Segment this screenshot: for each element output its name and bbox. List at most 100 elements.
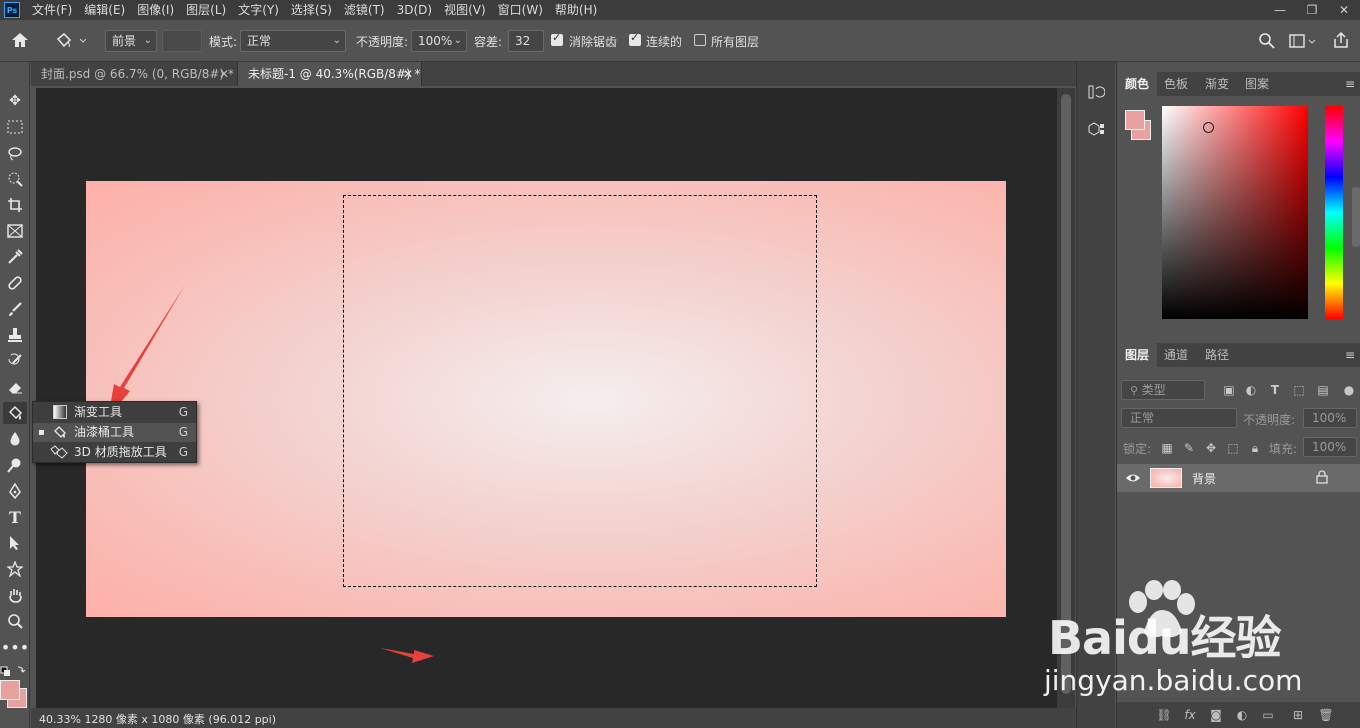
menu-3d[interactable]: 3D(D) <box>391 0 438 20</box>
layer-filter-select[interactable]: ⚲ 类型 <box>1121 380 1205 400</box>
foreground-color-swatch[interactable] <box>0 680 20 700</box>
menu-filter[interactable]: 滤镜(T) <box>338 0 391 20</box>
close-tab-icon[interactable]: ✕ <box>403 62 413 86</box>
close-button[interactable]: ✕ <box>1328 0 1360 20</box>
layer-opacity-input[interactable]: 100% <box>1303 408 1357 428</box>
shape-tool-icon[interactable] <box>3 558 27 580</box>
dodge-tool-icon[interactable] <box>3 454 27 476</box>
flyout-3d-material-drop-tool[interactable]: 3D 材质拖放工具 G <box>33 443 196 462</box>
filter-shape-icon[interactable]: ⬚ <box>1291 382 1307 398</box>
tolerance-input[interactable]: 32 <box>508 30 544 52</box>
default-colors-icon[interactable] <box>0 664 28 678</box>
tab-gradients[interactable]: 渐变 <box>1197 72 1237 96</box>
new-group-icon[interactable]: ▭ <box>1259 706 1277 724</box>
menu-select[interactable]: 选择(S) <box>285 0 338 20</box>
paint-bucket-tool-icon[interactable] <box>3 402 27 424</box>
close-tab-icon[interactable]: ✕ <box>219 62 229 86</box>
new-layer-icon[interactable]: ⊞ <box>1289 706 1307 724</box>
tab-cover-psd[interactable]: 封面.psd @ 66.7% (0, RGB/8#) * ✕ <box>31 62 238 86</box>
layer-name[interactable]: 背景 <box>1192 470 1216 487</box>
adjustment-layer-icon[interactable]: ◐ <box>1233 706 1251 724</box>
mode-select[interactable]: 正常 ⌄ <box>240 30 346 52</box>
fx-icon[interactable]: fx <box>1181 706 1199 724</box>
minimize-button[interactable]: — <box>1264 0 1296 20</box>
panel-scrollbar[interactable] <box>1352 187 1360 247</box>
color-picker-cursor[interactable] <box>1203 122 1214 133</box>
panel-menu-icon[interactable]: ≡ <box>1345 348 1355 362</box>
menu-type[interactable]: 文字(Y) <box>232 0 285 20</box>
marquee-tool-icon[interactable] <box>3 116 27 138</box>
menu-layer[interactable]: 图层(L) <box>180 0 232 20</box>
fill-input[interactable]: 100% <box>1303 437 1357 457</box>
lasso-tool-icon[interactable] <box>3 142 27 164</box>
add-mask-icon[interactable]: ◙ <box>1207 706 1225 724</box>
type-tool-icon[interactable]: T <box>3 506 27 528</box>
quick-select-tool-icon[interactable] <box>3 168 27 190</box>
pattern-picker[interactable] <box>162 30 202 52</box>
more-tools-icon[interactable]: ••• <box>1 636 29 658</box>
delete-layer-icon[interactable]: 🗑︎ <box>1317 706 1335 724</box>
lock-artboard-icon[interactable]: ⬚ <box>1225 440 1241 456</box>
all-layers-checkbox[interactable] <box>694 34 706 46</box>
menu-view[interactable]: 视图(V) <box>438 0 492 20</box>
blur-tool-icon[interactable] <box>3 428 27 450</box>
stamp-tool-icon[interactable] <box>3 324 27 346</box>
path-select-tool-icon[interactable] <box>3 532 27 554</box>
move-tool-icon[interactable]: ✥ <box>3 90 27 112</box>
brush-tool-icon[interactable] <box>3 298 27 320</box>
tab-layers[interactable]: 图层 <box>1117 343 1158 367</box>
hue-slider[interactable] <box>1325 106 1343 319</box>
eye-icon[interactable] <box>1125 470 1141 486</box>
tab-patterns[interactable]: 图案 <box>1237 72 1277 96</box>
filter-type-icon[interactable]: T <box>1267 382 1283 398</box>
pen-tool-icon[interactable] <box>3 480 27 502</box>
blend-mode-select[interactable]: 正常 <box>1121 408 1237 428</box>
flyout-paint-bucket-tool[interactable]: ▪ 油漆桶工具 G <box>33 423 196 442</box>
menu-window[interactable]: 窗口(W) <box>492 0 549 20</box>
lock-position-icon[interactable]: ✥ <box>1203 440 1219 456</box>
tab-untitled-1[interactable]: 未标题-1 @ 40.3%(RGB/8#) * ✕ <box>238 62 422 86</box>
foreground-color-swatch[interactable] <box>1125 110 1145 130</box>
tab-color[interactable]: 颜色 <box>1117 72 1158 96</box>
photoshop-logo-icon[interactable]: Ps <box>4 2 20 18</box>
panel-menu-icon[interactable]: ≡ <box>1345 77 1355 91</box>
eraser-tool-icon[interactable] <box>3 376 27 398</box>
lock-transparency-icon[interactable]: ▦ <box>1159 440 1175 456</box>
crop-tool-icon[interactable] <box>3 194 27 216</box>
tab-paths[interactable]: 路径 <box>1197 343 1237 367</box>
menu-edit[interactable]: 编辑(E) <box>78 0 131 20</box>
tool-preset-picker[interactable] <box>52 31 92 51</box>
search-icon[interactable] <box>1258 32 1276 50</box>
tab-channels[interactable]: 通道 <box>1156 343 1196 367</box>
workspace-switcher-icon[interactable] <box>1288 32 1318 50</box>
healing-brush-tool-icon[interactable] <box>3 272 27 294</box>
history-panel-icon[interactable] <box>1084 80 1108 104</box>
layer-thumbnail[interactable] <box>1150 468 1182 488</box>
antialias-checkbox[interactable] <box>551 31 563 46</box>
filter-adjustment-icon[interactable]: ◐ <box>1243 382 1259 398</box>
lock-pixels-icon[interactable]: ✎ <box>1181 440 1197 456</box>
menu-file[interactable]: 文件(F) <box>26 0 78 20</box>
home-icon[interactable] <box>10 31 32 51</box>
lock-icon[interactable] <box>1315 470 1329 484</box>
filter-smart-object-icon[interactable]: ▤ <box>1315 382 1331 398</box>
zoom-tool-icon[interactable] <box>3 610 27 632</box>
contiguous-checkbox[interactable] <box>629 31 641 46</box>
eyedropper-tool-icon[interactable] <box>3 246 27 268</box>
share-icon[interactable] <box>1332 31 1350 49</box>
frame-tool-icon[interactable] <box>3 220 27 242</box>
filter-toggle-icon[interactable]: ● <box>1341 382 1357 398</box>
menu-help[interactable]: 帮助(H) <box>549 0 603 20</box>
flyout-gradient-tool[interactable]: 渐变工具 G <box>33 403 196 422</box>
opacity-input[interactable]: 100% ⌄ <box>411 30 467 52</box>
link-layers-icon[interactable]: ⛓ <box>1155 706 1173 724</box>
tab-swatches[interactable]: 色板 <box>1156 72 1196 96</box>
filter-pixel-icon[interactable]: ▣ <box>1221 382 1237 398</box>
restore-button[interactable]: ❐ <box>1296 0 1328 20</box>
history-brush-tool-icon[interactable] <box>3 350 27 372</box>
menu-image[interactable]: 图像(I) <box>131 0 180 20</box>
color-field[interactable] <box>1162 106 1308 319</box>
lock-all-icon[interactable]: 🔒︎ <box>1247 440 1263 456</box>
fill-source-select[interactable]: 前景 ⌄ <box>105 30 157 52</box>
hand-tool-icon[interactable] <box>3 584 27 606</box>
